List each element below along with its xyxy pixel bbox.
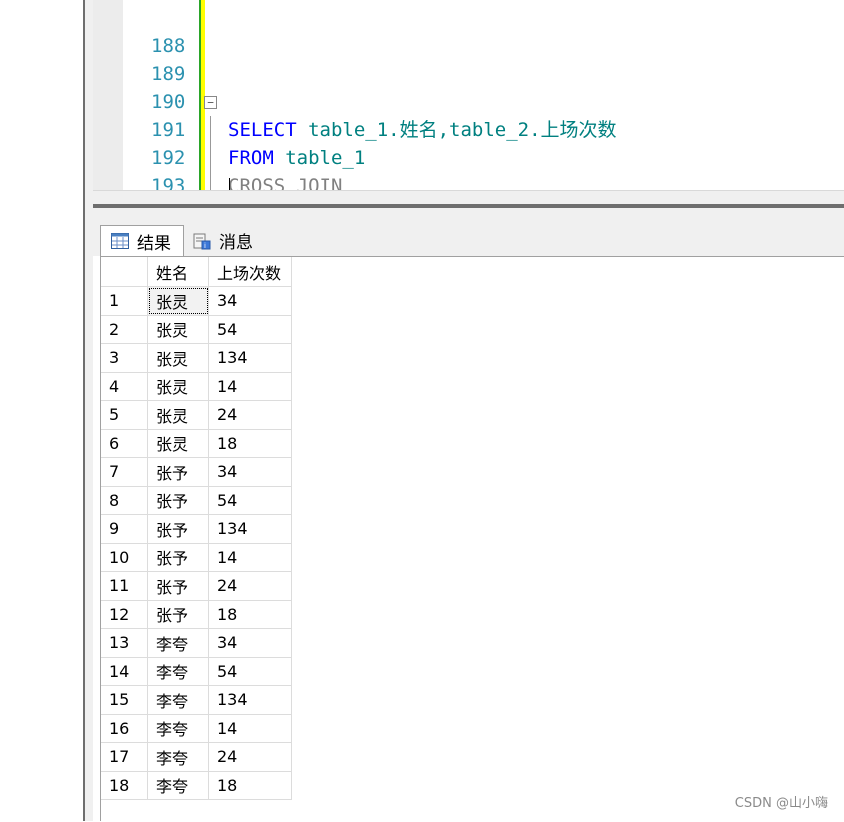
cell-count[interactable]: 54 [208, 315, 292, 344]
cell-count[interactable]: 18 [208, 600, 292, 629]
table-row[interactable]: 1 张灵 34 [101, 286, 292, 316]
row-number[interactable]: 2 [101, 315, 148, 344]
outer-margin [0, 0, 83, 821]
table-row[interactable]: 8 张予 54 [101, 486, 292, 515]
table-row[interactable]: 13 李夸 34 [101, 628, 292, 658]
cell-count[interactable]: 34 [208, 457, 292, 487]
tab-results-label: 结果 [137, 233, 171, 254]
code-line[interactable]: 192 table_2 [93, 116, 844, 190]
cell-name[interactable]: 张灵 [147, 400, 209, 430]
row-number[interactable]: 6 [101, 429, 148, 458]
table-row[interactable]: 6 张灵 18 [101, 429, 292, 458]
cell-count[interactable]: 14 [208, 543, 292, 572]
code-line[interactable]: 194 [93, 172, 844, 190]
row-number[interactable]: 14 [101, 657, 148, 686]
table-row[interactable]: 5 张灵 24 [101, 400, 292, 430]
pane-splitter-area [93, 208, 844, 220]
row-number[interactable]: 13 [101, 628, 148, 658]
grid-header-row: 姓名 上场次数 [101, 257, 292, 287]
row-number[interactable]: 7 [101, 457, 148, 487]
cell-count[interactable]: 18 [208, 429, 292, 458]
cell-name[interactable]: 张灵 [147, 372, 209, 401]
row-number[interactable]: 3 [101, 343, 148, 373]
text-cursor [229, 178, 230, 190]
code-line[interactable]: 190 FROM table_1 [93, 60, 844, 169]
cell-count[interactable]: 54 [208, 657, 292, 686]
cell-name[interactable]: 张予 [147, 457, 209, 487]
table-row[interactable]: 9 张予 134 [101, 514, 292, 544]
cell-name[interactable]: 张灵 [147, 429, 209, 458]
cell-count[interactable]: 134 [208, 514, 292, 544]
window-border-inner [85, 0, 93, 821]
cell-name[interactable]: 李夸 [147, 657, 209, 686]
cell-name[interactable]: 张予 [147, 486, 209, 515]
watermark: CSDN @山小嗨 [734, 796, 828, 811]
cell-count[interactable]: 14 [208, 372, 292, 401]
cell-count[interactable]: 134 [208, 685, 292, 715]
cell-name[interactable]: 李夸 [147, 628, 209, 658]
row-number[interactable]: 18 [101, 771, 148, 800]
row-number[interactable]: 1 [101, 286, 148, 316]
cell-name[interactable]: 张予 [147, 514, 209, 544]
cell-name[interactable]: 张灵 [147, 315, 209, 344]
cell-name[interactable]: 张予 [147, 600, 209, 629]
tab-messages-label: 消息 [219, 232, 253, 253]
code-line[interactable]: 189 − SELECT table_1.姓名,table_2.上场次数 [93, 32, 844, 141]
row-number[interactable]: 8 [101, 486, 148, 515]
code-line[interactable]: 191 CROSS JOIN [93, 88, 844, 190]
row-number[interactable]: 4 [101, 372, 148, 401]
table-row[interactable]: 12 张予 18 [101, 600, 292, 629]
row-number[interactable]: 12 [101, 600, 148, 629]
editor-horizontal-scrollbar[interactable] [93, 190, 844, 205]
cell-name[interactable]: 李夸 [147, 742, 209, 772]
row-number[interactable]: 11 [101, 571, 148, 601]
row-number-header[interactable] [101, 257, 148, 287]
table-row[interactable]: 15 李夸 134 [101, 685, 292, 715]
results-tab-bar: 结果 i 消息 [93, 220, 844, 256]
sql-editor[interactable]: 188 189 − SELECT table_1.姓名,table_2.上场次数… [93, 0, 844, 190]
tab-messages[interactable]: i 消息 [183, 225, 265, 255]
row-number[interactable]: 5 [101, 400, 148, 430]
cell-count[interactable]: 24 [208, 742, 292, 772]
row-number[interactable]: 16 [101, 714, 148, 743]
row-number[interactable]: 10 [101, 543, 148, 572]
grid-results-icon [111, 233, 129, 249]
cell-count[interactable]: 34 [208, 286, 292, 316]
table-row[interactable]: 10 张予 14 [101, 543, 292, 572]
cell-count[interactable]: 34 [208, 628, 292, 658]
svg-text:i: i [204, 242, 206, 250]
cell-count[interactable]: 14 [208, 714, 292, 743]
messages-icon: i [193, 232, 211, 250]
table-row[interactable]: 18 李夸 18 [101, 771, 292, 800]
cell-count[interactable]: 54 [208, 486, 292, 515]
cell-name[interactable]: 张予 [147, 571, 209, 601]
table-row[interactable]: 17 李夸 24 [101, 742, 292, 772]
table-row[interactable]: 3 张灵 134 [101, 343, 292, 373]
cell-name[interactable]: 张灵 [147, 343, 209, 373]
table-row[interactable]: 2 张灵 54 [101, 315, 292, 344]
cell-name[interactable]: 李夸 [147, 771, 209, 800]
code-line[interactable]: 188 [93, 4, 844, 57]
code-line[interactable]: 193 WHERE table_1.编号 <= 3; [93, 144, 844, 190]
row-number[interactable]: 15 [101, 685, 148, 715]
column-header[interactable]: 姓名 [147, 257, 209, 287]
row-number[interactable]: 9 [101, 514, 148, 544]
cell-count[interactable]: 24 [208, 571, 292, 601]
cell-count[interactable]: 18 [208, 771, 292, 800]
table-row[interactable]: 14 李夸 54 [101, 657, 292, 686]
results-grid: 姓名 上场次数 1 张灵 34 2 张灵 54 3 张灵 134 4 张灵 14 5 张灵 24 6 张灵 18 7… [101, 257, 292, 800]
column-header[interactable]: 上场次数 [208, 257, 292, 287]
cell-count[interactable]: 134 [208, 343, 292, 373]
cell-name[interactable]: 李夸 [147, 685, 209, 715]
table-row[interactable]: 7 张予 34 [101, 457, 292, 487]
table-row[interactable]: 4 张灵 14 [101, 372, 292, 401]
cell-count[interactable]: 24 [208, 400, 292, 430]
table-row[interactable]: 11 张予 24 [101, 571, 292, 601]
cell-name[interactable]: 张灵 [147, 286, 209, 316]
table-row[interactable]: 16 李夸 14 [101, 714, 292, 743]
cell-name[interactable]: 张予 [147, 543, 209, 572]
cell-name[interactable]: 李夸 [147, 714, 209, 743]
row-number[interactable]: 17 [101, 742, 148, 772]
tab-results[interactable]: 结果 [100, 225, 184, 256]
